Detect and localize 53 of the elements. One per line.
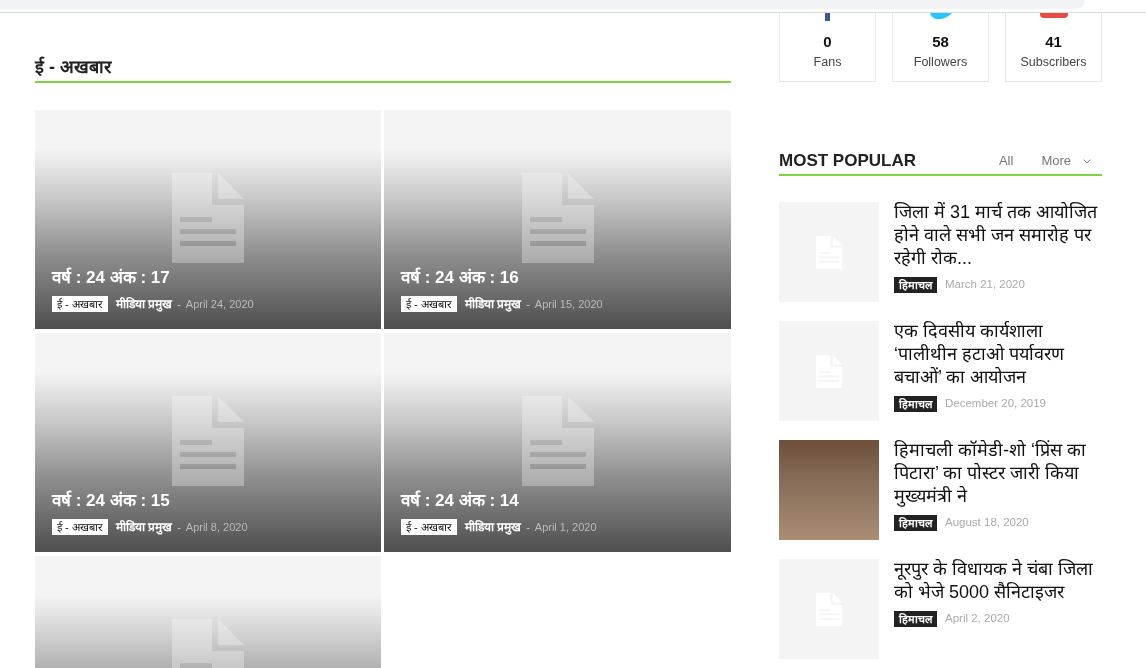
photo-placeholder[interactable] [779,440,879,540]
dropdown-link[interactable]: More [1041,151,1091,171]
author-link[interactable]: मीडिया प्रमुख [464,295,522,313]
category-tag[interactable]: हिमाचल [894,514,937,531]
meta-separator: - [526,296,530,312]
category-tag[interactable]: हिमाचल [894,276,937,293]
follower-label: Fans [813,54,842,70]
document-icon [172,396,244,486]
post-date: April 1, 2020 [534,519,597,535]
document-icon [172,173,244,263]
social-counter-card[interactable]: 58 Followers [892,13,989,82]
category-tag[interactable]: ई - अखबार [401,296,457,312]
article-title-link[interactable]: जिला में 31 मार्च तक आयोजित होने वाले सभी जन समारोह पर रहेगी रोक... [894,201,1102,270]
author-link[interactable]: मीडिया प्रमुख [115,295,173,313]
post-date: April 8, 2020 [185,519,248,535]
post-date: August 18, 2020 [945,515,1029,530]
filter-link[interactable]: All [998,151,1014,171]
category-tag[interactable]: ई - अखबार [401,519,457,535]
cropped-logo-icon[interactable] [1039,13,1068,18]
follower-label: Subscribers [1020,54,1087,70]
section-title: MOST POPULAR [779,150,916,172]
document-icon [172,619,244,668]
meta-separator: - [526,519,530,535]
follower-count: 58 [932,33,949,51]
post-title-link[interactable]: वर्ष : 24 अंक : 14 [401,490,519,512]
category-tag[interactable]: ई - अखबार [52,296,108,312]
article-title-link[interactable]: हिमाचली कॉमेडी-शो ‘प्रिंस का पिटारा’ का पोस्टर जारी किया मुख्यमंत्री ने [894,439,1102,508]
article-title-link[interactable]: एक दिवसीय कार्यशाला ‘पालीथीन हटाओ पर्यावरण बचाओं’ का आयोजन [894,320,1102,389]
section-title: ई - अखबार [35,55,111,79]
author-link[interactable]: मीडिया प्रमुख [464,518,522,536]
post-title-link[interactable]: वर्ष : 24 अंक : 16 [401,267,519,289]
article-title-link[interactable]: नूरपुर के विधायक ने चंबा जिला को भेजे 5000 सैनिटाइजर [894,558,1102,604]
post-title-link[interactable]: वर्ष : 24 अंक : 15 [52,490,170,512]
cropped-logo-icon[interactable] [929,13,952,20]
post-date: March 21, 2020 [945,277,1025,292]
post-date: December 20, 2019 [945,396,1046,411]
follower-label: Followers [913,54,968,70]
meta-separator: - [177,296,181,312]
follower-count: 0 [823,33,832,51]
category-tag[interactable]: ई - अखबार [52,519,108,535]
social-counter-card[interactable]: 0 Fans [779,13,876,82]
category-tag[interactable]: हिमाचल [894,395,937,412]
post-date: April 24, 2020 [185,296,254,312]
category-tag[interactable]: हिमाचल [894,610,937,627]
social-counter-card[interactable]: 41 Subscribers [1005,13,1102,82]
post-date: April 2, 2020 [945,611,1010,626]
follower-count: 41 [1045,33,1062,51]
post-title-link[interactable]: वर्ष : 24 अंक : 17 [52,267,170,289]
document-icon [521,396,594,486]
author-link[interactable]: मीडिया प्रमुख [115,518,173,536]
meta-separator: - [177,519,181,535]
post-date: April 15, 2020 [534,296,603,312]
document-icon [521,173,594,263]
